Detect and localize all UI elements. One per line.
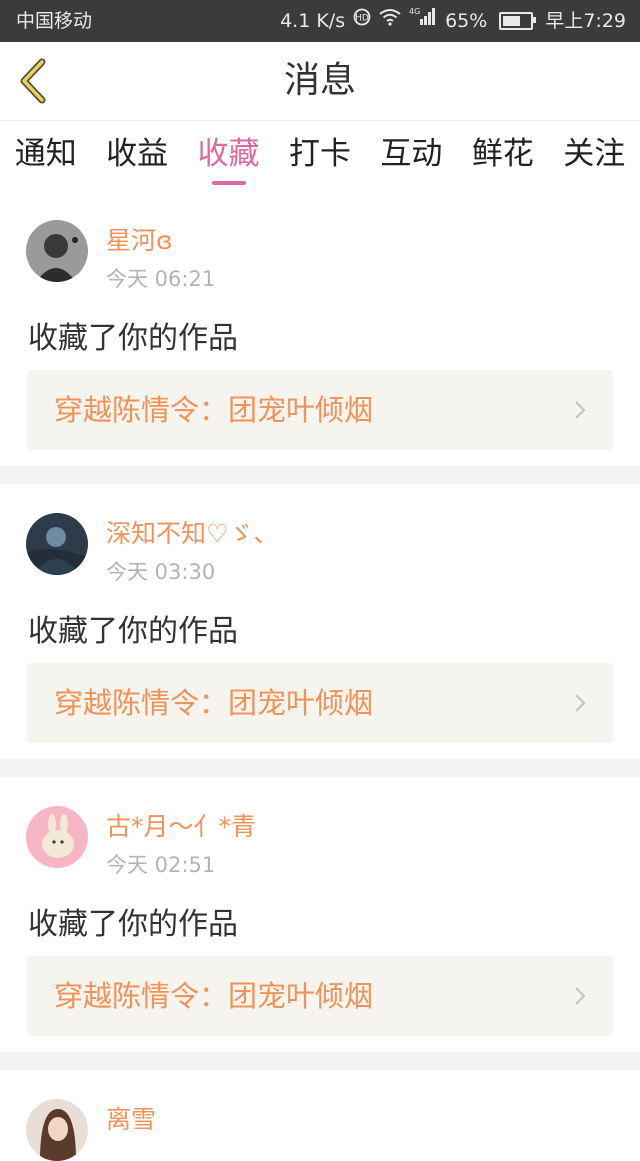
carrier-label: 中国移动 <box>16 10 93 32</box>
action-text: 收藏了你的作品 <box>28 321 238 356</box>
username[interactable]: 深知不知♡ゞ、 <box>106 514 278 550</box>
tab-earnings[interactable]: 收益 <box>91 121 182 191</box>
chevron-right-icon <box>575 401 586 419</box>
action-text: 收藏了你的作品 <box>28 614 238 649</box>
list-item: 星河ɞ 今天 06:21 收藏了你的作品 穿越陈情令：团宠叶倾烟 <box>0 191 640 466</box>
list-item: 离雪 <box>0 1070 640 1161</box>
avatar[interactable] <box>26 1099 88 1161</box>
status-right: 4.1 K/s HD 4G 65% 早上7:29 <box>280 0 626 42</box>
username[interactable]: 星河ɞ <box>106 221 173 257</box>
timestamp: 今天 06:21 <box>106 267 216 291</box>
tab-flowers[interactable]: 鲜花 <box>457 121 548 191</box>
clock: 早上7:29 <box>545 10 626 32</box>
tab-bar: 通知 收益 收藏 打卡 互动 鲜花 关注 <box>0 121 640 191</box>
work-title: 穿越陈情令：团宠叶倾烟 <box>54 393 374 427</box>
chevron-right-icon <box>575 987 586 1005</box>
svg-text:HD: HD <box>355 14 369 24</box>
tab-checkin[interactable]: 打卡 <box>274 121 365 191</box>
divider <box>0 759 640 777</box>
list-item: 古*月～亻*青 今天 02:51 收藏了你的作品 穿越陈情令：团宠叶倾烟 <box>0 777 640 1052</box>
work-link[interactable]: 穿越陈情令：团宠叶倾烟 <box>27 663 613 743</box>
avatar-image <box>26 220 88 282</box>
status-bar: 中国移动 4.1 K/s HD 4G 65% 早上7:29 <box>0 0 640 42</box>
tab-notice[interactable]: 通知 <box>0 121 91 191</box>
tab-follow[interactable]: 关注 <box>549 121 640 191</box>
page-title: 消息 <box>283 60 356 101</box>
timestamp: 今天 03:30 <box>106 560 216 584</box>
avatar-image <box>26 513 88 575</box>
work-title: 穿越陈情令：团宠叶倾烟 <box>54 979 374 1013</box>
work-link[interactable]: 穿越陈情令：团宠叶倾烟 <box>27 956 613 1036</box>
battery-icon <box>499 12 537 30</box>
divider <box>0 466 640 484</box>
work-title: 穿越陈情令：团宠叶倾烟 <box>54 686 374 720</box>
avatar-image <box>26 806 88 868</box>
battery-percent: 65% <box>445 10 488 32</box>
avatar[interactable] <box>26 513 88 575</box>
network-speed: 4.1 K/s <box>280 10 346 32</box>
wifi-icon <box>379 0 401 42</box>
work-link[interactable]: 穿越陈情令：团宠叶倾烟 <box>27 370 613 450</box>
message-list: 星河ɞ 今天 06:21 收藏了你的作品 穿越陈情令：团宠叶倾烟 深知不知♡ゞ、… <box>0 191 640 1161</box>
avatar[interactable] <box>26 220 88 282</box>
tab-interaction[interactable]: 互动 <box>366 121 457 191</box>
timestamp: 今天 02:51 <box>106 853 216 877</box>
tab-favorites[interactable]: 收藏 <box>183 121 274 191</box>
list-item: 深知不知♡ゞ、 今天 03:30 收藏了你的作品 穿越陈情令：团宠叶倾烟 <box>0 484 640 759</box>
avatar-image <box>26 1099 88 1161</box>
username[interactable]: 离雪 <box>106 1100 156 1136</box>
divider <box>0 1052 640 1070</box>
chevron-right-icon <box>575 694 586 712</box>
hd-icon: HD <box>353 0 371 42</box>
avatar[interactable] <box>26 806 88 868</box>
signal-icon: 4G <box>409 0 437 42</box>
username[interactable]: 古*月～亻*青 <box>106 807 256 843</box>
action-text: 收藏了你的作品 <box>28 907 238 942</box>
network-type: 4G <box>409 7 420 16</box>
nav-bar: 消息 <box>0 42 640 121</box>
